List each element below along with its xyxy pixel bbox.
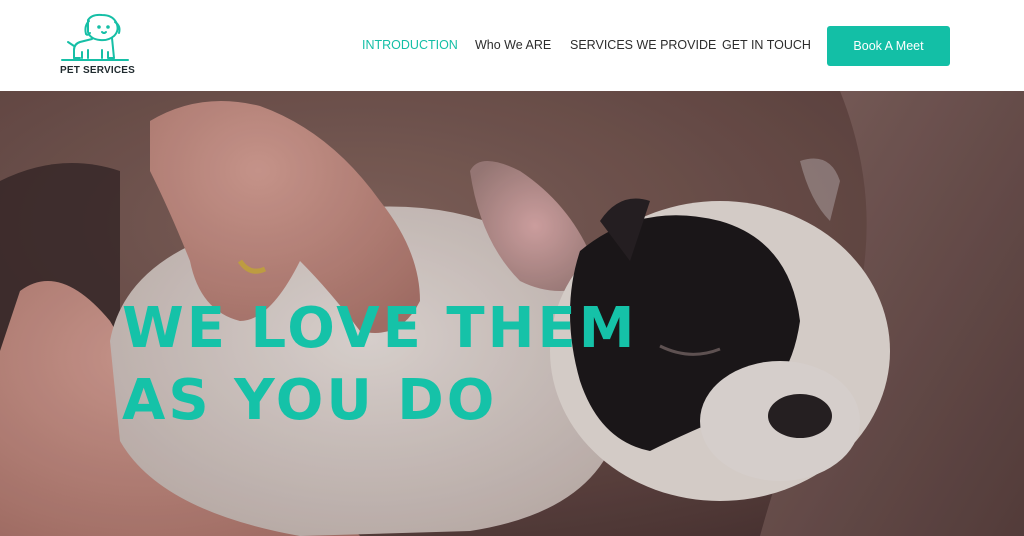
brand-name: PET SERVICES: [60, 65, 136, 76]
nav-get-in-touch[interactable]: GET IN TOUCH: [722, 38, 811, 52]
site-header: PET SERVICES INTRODUCTION Who We ARE SER…: [0, 0, 1024, 91]
nav-services[interactable]: SERVICES WE PROVIDE: [570, 38, 716, 52]
hero-section: WE LOVE THEM AS YOU DO: [0, 91, 1024, 536]
hero-title: WE LOVE THEM AS YOU DO: [122, 293, 642, 437]
hero-title-line1: WE LOVE THEM: [122, 296, 638, 361]
nav-who-we-are[interactable]: Who We ARE: [475, 38, 551, 52]
hero-title-line2: AS YOU DO: [122, 368, 498, 433]
book-a-meet-button[interactable]: Book A Meet: [827, 26, 950, 66]
nav-introduction[interactable]: INTRODUCTION: [362, 38, 458, 52]
